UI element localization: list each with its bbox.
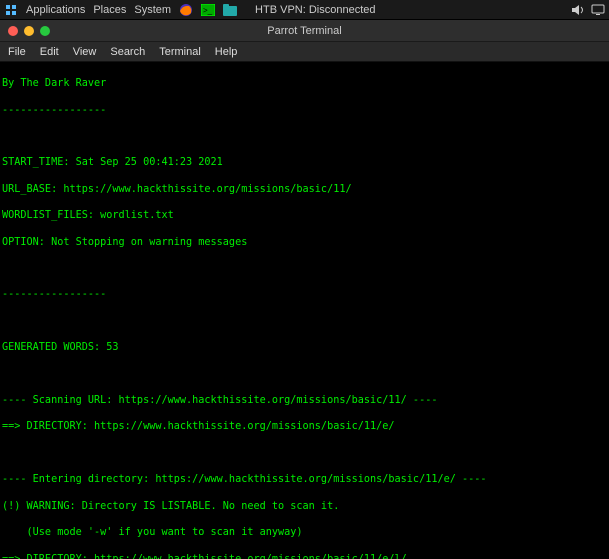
output-line [2,130,607,143]
terminal-launcher-icon[interactable]: >_ [201,3,215,17]
panel-applications[interactable]: Applications [26,4,85,16]
volume-icon[interactable] [571,3,585,17]
output-line [2,368,607,381]
window-title: Parrot Terminal [0,25,609,37]
menu-help[interactable]: Help [215,46,238,58]
output-line: ----------------- [2,288,607,301]
panel-system[interactable]: System [134,4,171,16]
output-line: (Use mode '-w' if you want to scan it an… [2,526,607,539]
files-icon[interactable] [223,3,237,17]
menu-edit[interactable]: Edit [40,46,59,58]
output-line: ==> DIRECTORY: https://www.hackthissite.… [2,553,607,559]
output-line [2,447,607,460]
window-titlebar[interactable]: Parrot Terminal [0,20,609,42]
app-menu-icon[interactable] [4,3,18,17]
output-line: (!) WARNING: Directory IS LISTABLE. No n… [2,500,607,513]
menu-file[interactable]: File [8,46,26,58]
output-line: START_TIME: Sat Sep 25 00:41:23 2021 [2,156,607,169]
output-line: ---- Scanning URL: https://www.hackthiss… [2,394,607,407]
output-line: WORDLIST_FILES: wordlist.txt [2,209,607,222]
terminal-output[interactable]: By The Dark Raver ----------------- STAR… [0,62,609,559]
panel-vpn-status[interactable]: HTB VPN: Disconnected [255,4,375,16]
output-line: ---- Entering directory: https://www.hac… [2,473,607,486]
display-icon[interactable] [591,3,605,17]
output-line [2,262,607,275]
menu-search[interactable]: Search [110,46,145,58]
svg-text:>_: >_ [203,6,213,15]
output-line: ----------------- [2,104,607,117]
panel-places[interactable]: Places [93,4,126,16]
top-panel: Applications Places System >_ HTB VPN: D… [0,0,609,20]
menu-view[interactable]: View [73,46,97,58]
menu-terminal[interactable]: Terminal [159,46,201,58]
terminal-menubar: File Edit View Search Terminal Help [0,42,609,62]
output-line: URL_BASE: https://www.hackthissite.org/m… [2,183,607,196]
output-line: ==> DIRECTORY: https://www.hackthissite.… [2,420,607,433]
output-line [2,315,607,328]
firefox-icon[interactable] [179,3,193,17]
output-line: OPTION: Not Stopping on warning messages [2,236,607,249]
output-line: GENERATED WORDS: 53 [2,341,607,354]
output-line: By The Dark Raver [2,77,607,90]
